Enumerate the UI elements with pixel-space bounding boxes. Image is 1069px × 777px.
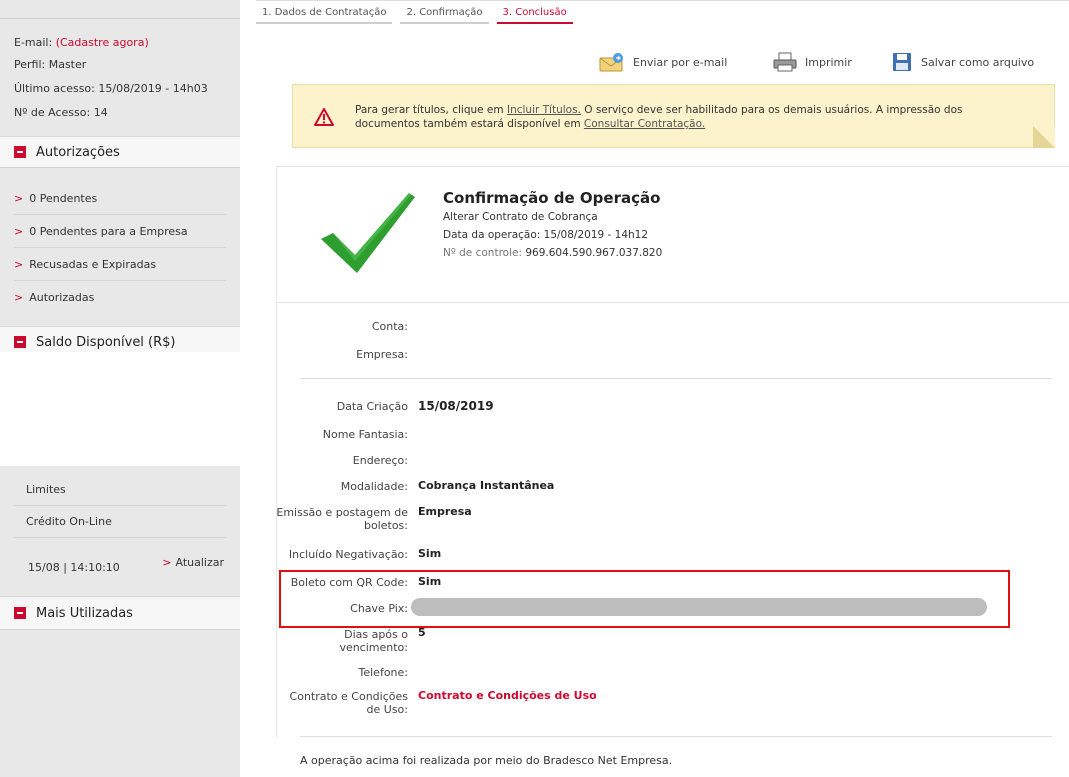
section-title: Saldo Disponível (R$) (36, 334, 176, 350)
endereco-label: Endereço: (352, 454, 408, 467)
email-info: E-mail: (Cadastre agora) (14, 36, 149, 49)
contrato-label: Contrato e Condições de Uso: (238, 690, 408, 716)
send-email-label: Enviar por e-mail (633, 55, 728, 69)
access-count-info: Nº de Acesso: 14 (14, 106, 108, 119)
warning-box: Para gerar títulos, clique em Incluir Tí… (292, 84, 1055, 148)
conta-label: Conta: (371, 320, 408, 333)
limites-item[interactable]: Limites (14, 474, 226, 506)
update-row: 15/08 | 14:10:10 > Atualizar (14, 546, 226, 588)
nome-fantasia-label: Nome Fantasia: (322, 428, 408, 441)
balance-panel (0, 352, 240, 466)
divider (0, 18, 240, 19)
section-title: Autorizações (36, 144, 120, 160)
sidebar: E-mail: (Cadastre agora) Perfil: Master … (0, 0, 240, 777)
chevron-right-icon: > (14, 291, 24, 304)
refresh-label: Atualizar (175, 556, 224, 569)
wizard-steps: 1. Dados de Contratação 2. Confirmação 3… (256, 4, 581, 24)
checkmark-icon (321, 193, 415, 273)
print-button[interactable]: Imprimir (772, 52, 852, 72)
negativacao-label: Incluído Negativação: (288, 548, 408, 561)
section-mais-utilizadas[interactable]: Mais Utilizadas (0, 596, 240, 630)
qrcode-value: Sim (418, 575, 442, 588)
control-value: 969.604.590.967.037.820 (525, 247, 663, 259)
operation-title: Confirmação de Operação (443, 189, 661, 207)
modalidade-label: Modalidade: (340, 480, 408, 493)
nav-item-pendentes-empresa[interactable]: > 0 Pendentes para a Empresa (14, 215, 226, 248)
emissao-label-line: Emissão e postagem de (276, 506, 408, 519)
warning-text: Para gerar títulos, clique em Incluir Tí… (355, 103, 1015, 131)
consultar-contratacao-link[interactable]: Consultar Contratação. (584, 118, 705, 130)
incluir-titulos-link[interactable]: Incluir Títulos. (507, 104, 581, 116)
nav-item-recusadas[interactable]: > Recusadas e Expiradas (14, 248, 226, 281)
operation-date: Data da operação: 15/08/2019 - 14h12 (443, 229, 649, 241)
credito-online-item[interactable]: Crédito On-Line (14, 506, 226, 538)
divider (300, 378, 1052, 379)
collapse-icon[interactable] (14, 336, 26, 348)
envelope-icon (599, 53, 623, 72)
save-file-button[interactable]: Salvar como arquivo (892, 52, 1034, 72)
nav-item-label: Autorizadas (29, 291, 95, 304)
chevron-right-icon: > (14, 224, 24, 238)
data-criacao-value: 15/08/2019 (418, 399, 494, 413)
dias-label: Dias após o vencimento: (238, 628, 408, 654)
warning-icon (314, 108, 334, 126)
balance-timestamp: 15/08 | 14:10:10 (28, 560, 120, 574)
pix-label: Chave Pix: (350, 602, 408, 615)
step-dados-contratacao: 1. Dados de Contratação (256, 4, 393, 24)
chevron-right-icon: > (14, 257, 24, 271)
page-fold (1033, 126, 1055, 148)
floppy-disk-icon (893, 53, 911, 71)
modalidade-value: Cobrança Instantânea (418, 479, 555, 492)
confirmation-header: Confirmação de Operação Alterar Contrato… (277, 167, 1069, 303)
emissao-value: Empresa (418, 505, 472, 518)
nav-item-autorizadas[interactable]: > Autorizadas (14, 281, 226, 314)
divider (300, 736, 1052, 737)
section-autorizacoes[interactable]: Autorizações (0, 136, 240, 168)
data-criacao-label: Data Criação (336, 400, 408, 413)
chevron-right-icon: > (162, 556, 172, 569)
last-access-info: Último acesso: 15/08/2019 - 14h03 (14, 82, 208, 95)
step-conclusao: 3. Conclusão (496, 4, 573, 24)
contrato-label-line: Contrato e Condições (289, 690, 408, 703)
contrato-link[interactable]: Contrato e Condições de Uso (418, 689, 597, 702)
dias-value: 5 (418, 626, 426, 639)
nav-item-pendentes[interactable]: > 0 Pendentes (14, 182, 226, 215)
dias-label-line: vencimento: (339, 641, 408, 654)
printer-icon (773, 52, 797, 72)
dias-label-line: Dias após o (344, 628, 408, 641)
step-confirmacao: 2. Confirmação (400, 4, 489, 24)
warning-text-part: Para gerar títulos, clique em (355, 104, 507, 116)
control-label: Nº de controle: (443, 247, 522, 259)
nav-item-label: 0 Pendentes (29, 191, 98, 205)
nav-item-label: 0 Pendentes para a Empresa (29, 224, 188, 238)
pix-key-redacted (411, 598, 987, 616)
control-number: Nº de controle: 969.604.590.967.037.820 (443, 247, 662, 259)
chevron-right-icon: > (14, 191, 24, 205)
print-label: Imprimir (805, 55, 852, 69)
emissao-label: Emissão e postagem de boletos: (238, 506, 408, 532)
qrcode-label: Boleto com QR Code: (290, 576, 408, 589)
save-file-label: Salvar como arquivo (921, 55, 1035, 69)
nav-item-label: Recusadas e Expiradas (29, 257, 157, 271)
empresa-label: Empresa: (356, 348, 408, 361)
collapse-icon[interactable] (14, 146, 26, 158)
register-email-link[interactable]: (Cadastre agora) (56, 36, 149, 49)
footer-note: A operação acima foi realizada por meio … (300, 754, 673, 767)
contrato-label-line: de Uso: (366, 703, 408, 716)
refresh-link[interactable]: > Atualizar (162, 556, 224, 569)
section-title: Mais Utilizadas (36, 605, 133, 621)
negativacao-value: Sim (418, 547, 442, 560)
profile-info: Perfil: Master (14, 58, 87, 71)
operation-subtitle: Alterar Contrato de Cobrança (443, 211, 598, 223)
collapse-icon[interactable] (14, 607, 26, 619)
send-email-button[interactable]: Enviar por e-mail (598, 52, 727, 72)
divider (256, 0, 1069, 1)
telefone-label: Telefone: (358, 666, 409, 679)
emissao-label-line: boletos: (363, 519, 408, 532)
email-label: E-mail: (14, 36, 53, 49)
